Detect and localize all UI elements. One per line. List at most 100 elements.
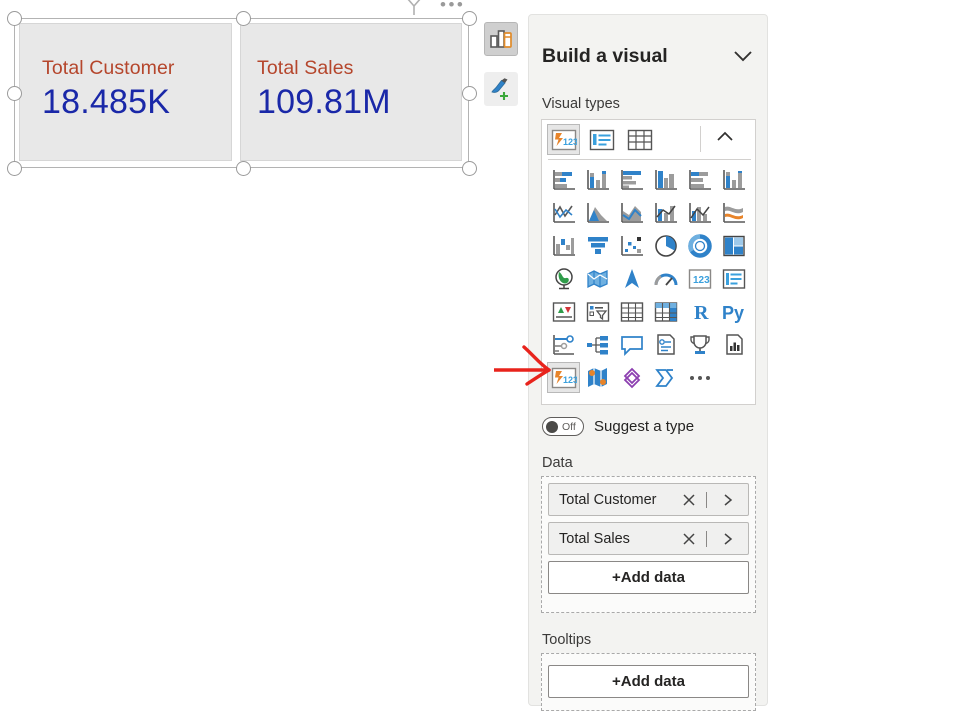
- suggest-a-type-toggle[interactable]: Off: [542, 417, 584, 436]
- divider: [700, 126, 701, 152]
- data-field-pill-total-sales[interactable]: Total Sales: [548, 522, 749, 555]
- data-field-pill-total-customer[interactable]: Total Customer: [548, 483, 749, 516]
- visual-type-kpi-icon[interactable]: [547, 296, 580, 327]
- divider: [548, 159, 751, 160]
- visual-type-row: [547, 329, 753, 360]
- svg-text:R: R: [694, 302, 709, 324]
- card-title: Total Customer: [42, 57, 175, 79]
- visual-type-power-apps-icon[interactable]: [615, 362, 648, 393]
- divider: [706, 491, 707, 508]
- visual-type-card-icon-selected[interactable]: 123: [547, 362, 580, 393]
- visual-type-clustered-bar-chart-icon[interactable]: [615, 164, 648, 195]
- resize-handle-bottom-left[interactable]: [7, 161, 22, 176]
- chevron-down-icon[interactable]: [732, 49, 754, 63]
- pane-header: Build a visual: [542, 41, 754, 71]
- suggest-a-type-label: Suggest a type: [594, 418, 695, 435]
- report-canvas[interactable]: ••• Total Customer 18.485K Total Sales 1…: [0, 0, 525, 718]
- visual-type-stacked-area-chart-icon[interactable]: [615, 197, 648, 228]
- visual-more-options-button[interactable]: •••: [440, 0, 465, 13]
- toggle-knob: [546, 420, 558, 433]
- visual-type-map-icon[interactable]: [547, 263, 580, 294]
- resize-handle-middle-left[interactable]: [7, 86, 22, 101]
- tooltips-section-label: Tooltips: [542, 632, 592, 648]
- close-icon[interactable]: [682, 532, 696, 546]
- pinned-visual-types: 123: [542, 120, 755, 158]
- resize-handle-top-center[interactable]: [236, 11, 251, 26]
- visual-type-ribbon-chart-icon[interactable]: [717, 197, 750, 228]
- visual-type-arcgis-map-icon[interactable]: [581, 362, 614, 393]
- visual-type-scatter-chart-icon[interactable]: [615, 230, 648, 261]
- toggle-state-label: Off: [562, 420, 576, 433]
- visual-type-row: R Py: [547, 296, 753, 327]
- resize-handle-middle-right[interactable]: [462, 86, 477, 101]
- visual-types-gallery[interactable]: 123 123 R Py 123: [541, 119, 756, 405]
- visual-type-gauge-icon[interactable]: [649, 263, 682, 294]
- page-title: Build a visual: [542, 44, 668, 67]
- visual-type-100-stacked-bar-chart-icon[interactable]: [683, 164, 716, 195]
- field-name-label: Total Sales: [559, 530, 630, 547]
- card-value: 18.485K: [42, 83, 171, 121]
- visual-type-line-chart-icon[interactable]: [547, 197, 580, 228]
- visual-type-table-icon[interactable]: [615, 296, 648, 327]
- resize-handle-bottom-center[interactable]: [236, 161, 251, 176]
- add-data-button-data[interactable]: +Add data: [548, 561, 749, 594]
- visual-type-qna-icon[interactable]: [615, 329, 648, 360]
- visual-types-grid: 123 R Py 123: [547, 164, 753, 395]
- visual-type-multi-row-card-icon[interactable]: [585, 124, 618, 155]
- visual-type-metrics-icon[interactable]: [683, 329, 716, 360]
- visual-type-donut-chart-icon[interactable]: [683, 230, 716, 261]
- visual-type-line-stacked-column-chart-icon[interactable]: [649, 197, 682, 228]
- close-icon[interactable]: [682, 493, 696, 507]
- visual-type-waterfall-chart-icon[interactable]: [547, 230, 580, 261]
- format-paintbrush-add-button[interactable]: [484, 72, 518, 106]
- visual-type-100-stacked-column-chart-icon[interactable]: [717, 164, 750, 195]
- add-data-button-tooltips[interactable]: +Add data: [548, 665, 749, 698]
- visual-type-card-icon[interactable]: 123: [547, 124, 580, 155]
- resize-handle-top-right[interactable]: [462, 11, 477, 26]
- visual-type-python-visual-icon[interactable]: Py: [717, 296, 750, 327]
- visual-type-row: [547, 164, 753, 195]
- visual-type-paginated-report-icon[interactable]: [717, 329, 750, 360]
- selected-visual-group[interactable]: Total Customer 18.485K Total Sales 109.8…: [7, 11, 477, 176]
- card-title: Total Sales: [257, 57, 354, 79]
- svg-text:123: 123: [693, 275, 710, 286]
- visual-type-treemap-icon[interactable]: [717, 230, 750, 261]
- visual-type-smart-narrative-icon[interactable]: [649, 329, 682, 360]
- visual-type-area-chart-icon[interactable]: [581, 197, 614, 228]
- visual-type-stacked-column-chart-icon[interactable]: [581, 164, 614, 195]
- chevron-up-icon[interactable]: [714, 129, 736, 145]
- svg-text:Py: Py: [722, 303, 744, 323]
- divider: [706, 530, 707, 547]
- visual-type-card-icon[interactable]: 123: [683, 263, 716, 294]
- suggest-a-type-row[interactable]: Off Suggest a type: [542, 417, 694, 436]
- visual-type-table-icon[interactable]: [623, 124, 656, 155]
- visualizations-pane-button[interactable]: [484, 22, 518, 56]
- visual-type-slicer-icon[interactable]: [581, 296, 614, 327]
- resize-handle-bottom-right[interactable]: [462, 161, 477, 176]
- field-name-label: Total Customer: [559, 491, 657, 508]
- tooltips-field-well[interactable]: +Add data: [541, 653, 756, 711]
- data-field-well[interactable]: Total Customer Total Sales +Add data: [541, 476, 756, 613]
- visual-type-azure-map-icon[interactable]: [615, 263, 648, 294]
- visual-type-pie-chart-icon[interactable]: [649, 230, 682, 261]
- build-a-visual-pane[interactable]: Build a visual Visual types 123 123 R Py…: [528, 14, 768, 711]
- visual-type-decomposition-tree-icon[interactable]: [581, 329, 614, 360]
- chevron-right-icon[interactable]: [722, 493, 734, 507]
- visual-type-r-script-visual-icon[interactable]: R: [683, 296, 716, 327]
- visual-type-more-visuals-icon[interactable]: [683, 362, 716, 393]
- visual-type-key-influencers-icon[interactable]: [547, 329, 580, 360]
- funnel-icon[interactable]: [403, 0, 425, 18]
- resize-handle-top-left[interactable]: [7, 11, 22, 26]
- chevron-right-icon[interactable]: [722, 532, 734, 546]
- visual-type-power-automate-icon[interactable]: [649, 362, 682, 393]
- visual-type-matrix-icon[interactable]: [649, 296, 682, 327]
- visual-type-line-clustered-column-chart-icon[interactable]: [683, 197, 716, 228]
- card-visual-total-sales[interactable]: Total Sales 109.81M: [240, 23, 462, 161]
- visual-type-stacked-bar-chart-icon[interactable]: [547, 164, 580, 195]
- visual-type-filled-map-icon[interactable]: [581, 263, 614, 294]
- visual-type-multi-row-card-icon[interactable]: [717, 263, 750, 294]
- card-visual-total-customer[interactable]: Total Customer 18.485K: [19, 23, 232, 161]
- visual-type-funnel-chart-icon[interactable]: [581, 230, 614, 261]
- visual-type-clustered-column-chart-icon[interactable]: [649, 164, 682, 195]
- svg-text:123: 123: [563, 137, 577, 147]
